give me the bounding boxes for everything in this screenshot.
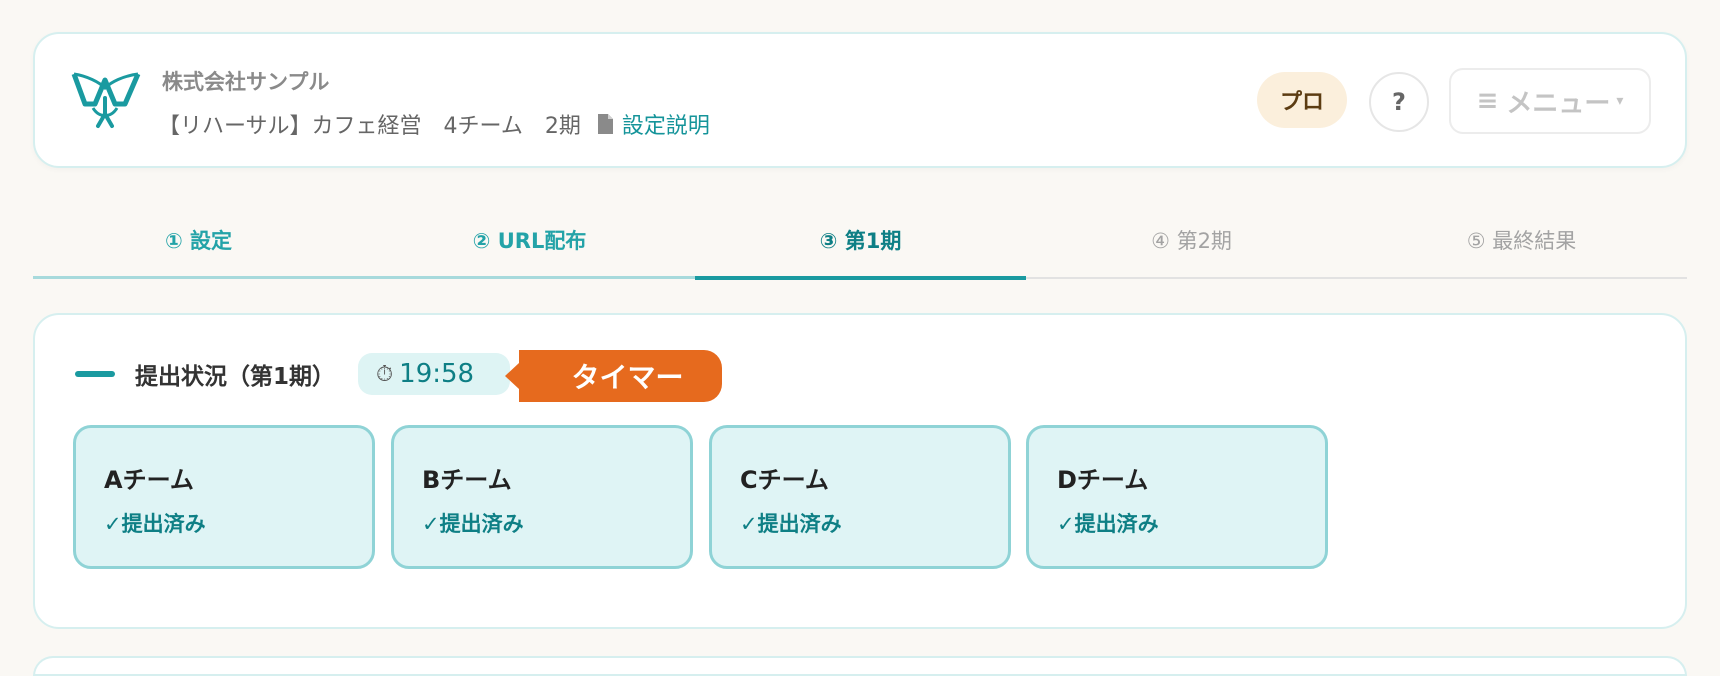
- team-status: ✓提出済み: [422, 512, 524, 536]
- team-name: Bチーム: [422, 466, 512, 494]
- tab-label: ④ 第2期: [1151, 229, 1232, 253]
- timer-value: 19:58: [399, 359, 475, 389]
- tab-indicator: [364, 276, 695, 279]
- team-name: Aチーム: [104, 466, 194, 494]
- team-status: ✓提出済み: [740, 512, 842, 536]
- team-name: Cチーム: [740, 466, 829, 494]
- tab-label: ① 設定: [164, 229, 233, 253]
- team-card: Cチーム ✓提出済み: [709, 425, 1011, 569]
- team-status: ✓提出済み: [104, 512, 206, 536]
- header-card: 株式会社サンプル 【リハーサル】カフェ経営 4チーム 2期 設定説明 プロ ? …: [33, 32, 1687, 168]
- settings-guide-link[interactable]: 設定説明: [597, 108, 710, 140]
- step-tabs: ① 設定 ② URL配布 ③ 第1期 ④ 第2期 ⑤ 最終結果: [33, 200, 1687, 280]
- tab-label: ③ 第1期: [819, 229, 902, 253]
- team-status: ✓提出済み: [1057, 512, 1159, 536]
- settings-guide-label: 設定説明: [621, 114, 710, 139]
- tab-indicator: [695, 276, 1026, 280]
- tab-indicator: [33, 276, 364, 279]
- tab-period-2[interactable]: ④ 第2期: [1026, 200, 1357, 280]
- plan-badge: プロ: [1257, 72, 1347, 128]
- team-card: Aチーム ✓提出済み: [73, 425, 375, 569]
- section-marker: [75, 371, 115, 377]
- company-name: 株式会社サンプル: [162, 70, 330, 94]
- document-icon: [597, 114, 613, 134]
- help-button[interactable]: ?: [1369, 72, 1429, 132]
- hamburger-icon: ≡: [1476, 86, 1499, 116]
- team-card: Dチーム ✓提出済み: [1026, 425, 1328, 569]
- event-title: 【リハーサル】カフェ経営 4チーム 2期: [158, 114, 581, 139]
- chevron-down-icon: ▾: [1616, 93, 1624, 109]
- tab-settings[interactable]: ① 設定: [33, 200, 364, 280]
- tab-final-results[interactable]: ⑤ 最終結果: [1356, 200, 1687, 280]
- next-section-card: [33, 656, 1687, 676]
- tab-label: ② URL配布: [472, 229, 587, 253]
- app-logo-icon[interactable]: [71, 68, 141, 130]
- tab-period-1[interactable]: ③ 第1期: [695, 200, 1026, 280]
- menu-label: メニュー: [1506, 88, 1611, 119]
- team-name: Dチーム: [1057, 466, 1149, 494]
- timer-tag: タイマー: [505, 350, 722, 402]
- stopwatch-icon: ⏱: [376, 361, 394, 387]
- team-card: Bチーム ✓提出済み: [391, 425, 693, 569]
- section-title: 提出状況（第1期）: [135, 364, 336, 390]
- menu-button[interactable]: ≡ メニュー ▾: [1449, 68, 1651, 134]
- tab-label: ⑤ 最終結果: [1466, 229, 1577, 253]
- submission-status-card: 提出状況（第1期） ⏱ 19:58 タイマー Aチーム ✓提出済み Bチーム ✓…: [33, 313, 1687, 629]
- timer-display: ⏱ 19:58: [358, 353, 510, 395]
- event-title-line: 【リハーサル】カフェ経営 4チーム 2期 設定説明: [158, 108, 710, 140]
- tab-url-distribution[interactable]: ② URL配布: [364, 200, 695, 280]
